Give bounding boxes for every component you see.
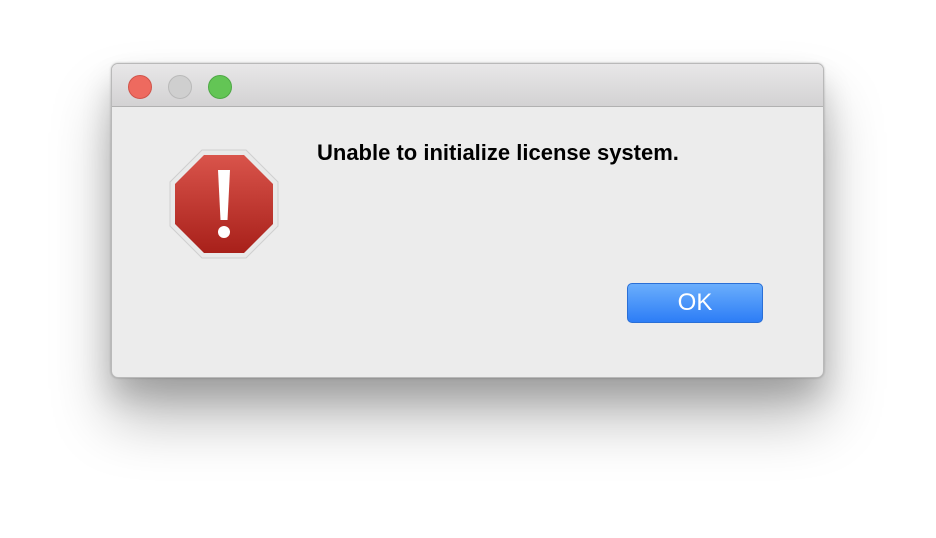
alert-dialog-window: Unable to initialize license system. OK (111, 63, 824, 378)
desktop-backdrop: Unable to initialize license system. OK (0, 0, 936, 538)
stop-alert-icon (169, 149, 279, 259)
zoom-window-button[interactable] (208, 75, 232, 99)
title-bar[interactable] (112, 64, 823, 107)
close-window-button[interactable] (128, 75, 152, 99)
alert-message: Unable to initialize license system. (317, 140, 679, 165)
ok-button[interactable]: OK (627, 283, 763, 323)
minimize-window-button (168, 75, 192, 99)
